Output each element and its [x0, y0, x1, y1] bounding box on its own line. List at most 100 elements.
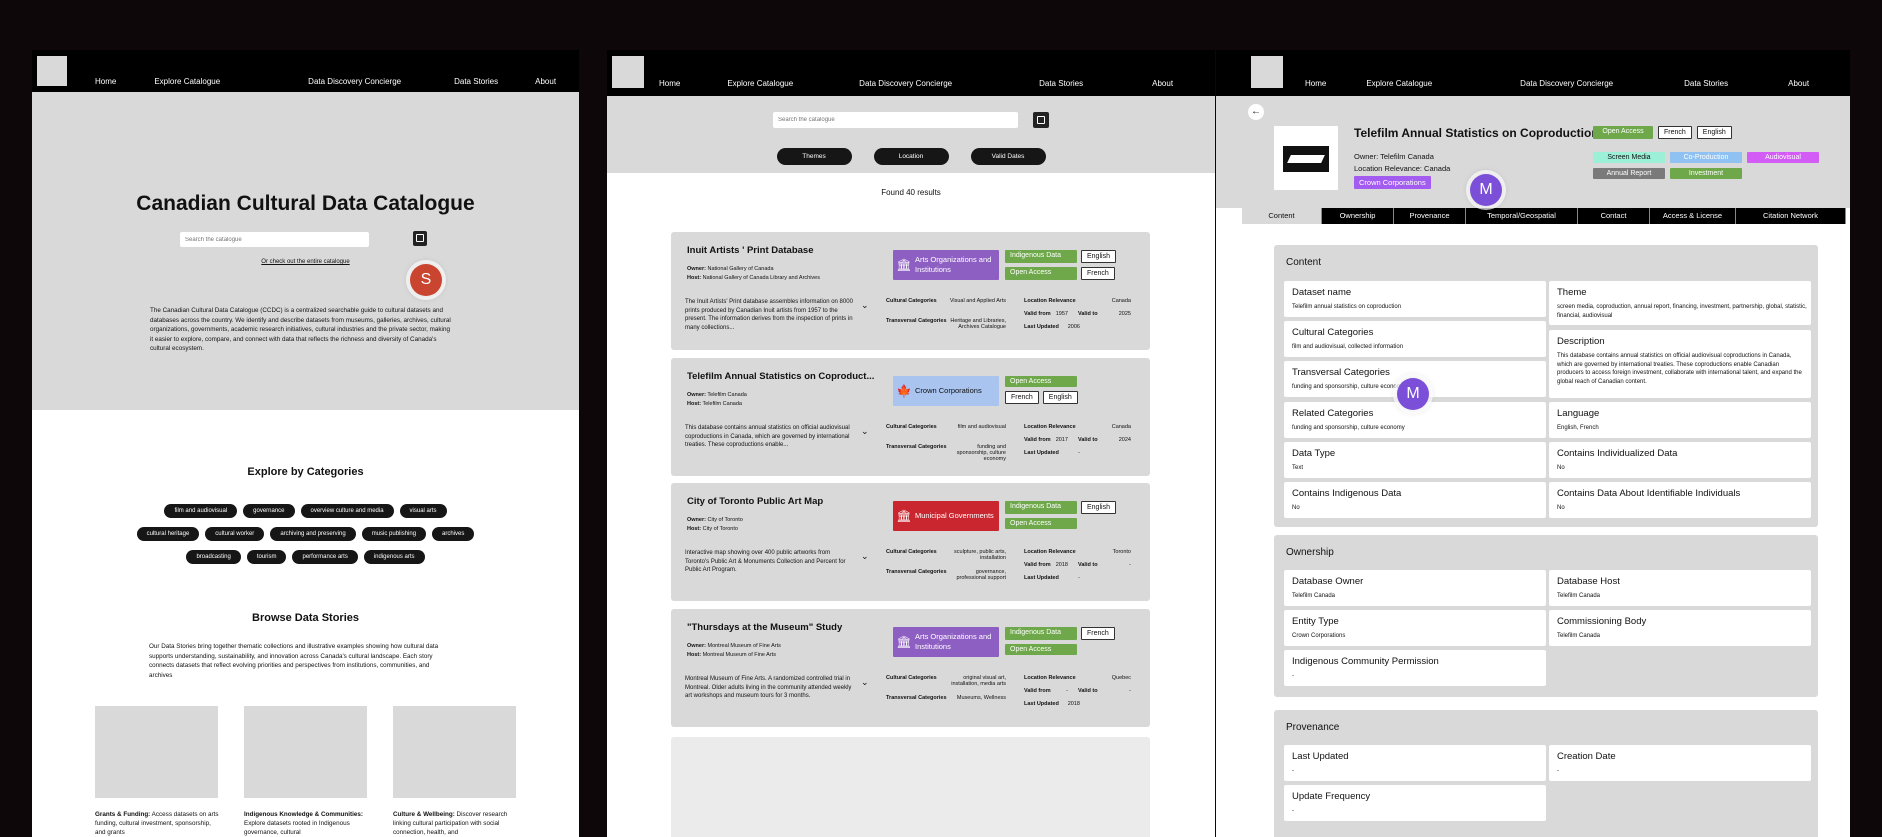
org-label: Arts Organizations and Institutions [915, 255, 992, 274]
story-image[interactable] [244, 706, 367, 798]
user-avatar[interactable]: M [1397, 378, 1429, 410]
site-logo[interactable] [37, 56, 67, 86]
chevron-down-icon[interactable]: ⌄ [861, 300, 869, 311]
tag-open-access[interactable]: Open Access [1593, 126, 1653, 139]
category-pill[interactable]: overview culture and media [300, 504, 394, 518]
org-badge[interactable]: 🍁 Crown Corporations [893, 376, 999, 406]
filter-themes[interactable]: Themes [776, 148, 852, 165]
back-button[interactable]: ← [1248, 104, 1264, 120]
tab-temporal-geospatial[interactable]: Temporal/Geospatial [1466, 208, 1578, 224]
story-image[interactable] [95, 706, 218, 798]
result-title[interactable]: Telefilm Annual Statistics on Coproduct.… [687, 371, 874, 382]
tab-citation-network[interactable]: Citation Network [1736, 208, 1846, 224]
nav-home[interactable]: Home [95, 77, 116, 86]
category-pill[interactable]: visual arts [399, 504, 447, 518]
explore-title: Explore by Categories [247, 466, 364, 478]
story-title[interactable]: Indigenous Knowledge & Communities: [244, 811, 363, 818]
category-pill[interactable]: tourism [246, 550, 287, 564]
tag-indigenous-data[interactable]: Indigenous Data [1005, 250, 1077, 263]
theme-tag[interactable]: Screen Media [1593, 152, 1665, 163]
nav-explore-catalogue[interactable]: Explore Catalogue [1366, 79, 1432, 88]
institution-icon: 🏛 [896, 509, 912, 523]
tag-open-access[interactable]: Open Access [1005, 518, 1077, 529]
tab-ownership[interactable]: Ownership [1322, 208, 1394, 224]
search-input[interactable] [773, 112, 1018, 128]
theme-tag[interactable]: Annual Report [1593, 168, 1665, 179]
tag-french[interactable]: French [1005, 391, 1039, 404]
tag-english[interactable]: English [1081, 250, 1116, 263]
site-logo[interactable] [1251, 56, 1283, 88]
category-pill[interactable]: cultural heritage [136, 527, 200, 541]
institution-icon: 🏛 [896, 635, 912, 649]
tab-content[interactable]: Content [1242, 208, 1322, 224]
category-pill[interactable]: film and audiovisual [164, 504, 238, 518]
tag-open-access[interactable]: Open Access [1005, 644, 1077, 655]
chevron-down-icon[interactable]: ⌄ [861, 426, 869, 437]
tag-english[interactable]: English [1042, 391, 1078, 404]
result-card[interactable]: "Thursdays at the Museum" Study Owner: Mo… [671, 609, 1150, 727]
category-pill[interactable]: music publishing [361, 527, 427, 541]
user-avatar[interactable]: S [410, 264, 442, 296]
search-button[interactable] [413, 231, 427, 246]
search-button[interactable] [1033, 112, 1049, 128]
nav-about[interactable]: About [1788, 79, 1809, 88]
result-title[interactable]: Inuit Artists ' Print Database [687, 245, 814, 256]
category-pill[interactable]: performance arts [292, 550, 358, 564]
result-card[interactable]: Inuit Artists ' Print Database Owner: Nat… [671, 232, 1150, 350]
tag-english[interactable]: English [1696, 126, 1732, 139]
category-pill[interactable]: archives [432, 527, 475, 541]
chevron-down-icon[interactable]: ⌄ [861, 551, 869, 562]
site-logo[interactable] [612, 56, 644, 88]
nav-data-stories[interactable]: Data Stories [1684, 79, 1728, 88]
story-title[interactable]: Grants & Funding: [95, 811, 150, 818]
tab-contact[interactable]: Contact [1578, 208, 1650, 224]
nav-about[interactable]: About [535, 77, 556, 86]
tag-french[interactable]: French [1081, 627, 1115, 640]
org-badge[interactable]: 🏛 Municipal Governments [893, 501, 999, 531]
org-badge[interactable]: 🏛 Arts Organizations and Institutions [893, 627, 999, 657]
category-pill[interactable]: broadcasting [186, 550, 241, 564]
tag-indigenous-data[interactable]: Indigenous Data [1005, 501, 1077, 514]
theme-tag[interactable]: Investment [1670, 168, 1742, 179]
result-card[interactable]: Telefilm Annual Statistics on Coproduct.… [671, 358, 1150, 476]
nav-data-stories[interactable]: Data Stories [454, 77, 498, 86]
search-input[interactable] [180, 232, 369, 247]
story-image[interactable] [393, 706, 516, 798]
nav-home[interactable]: Home [659, 79, 680, 88]
tab-provenance[interactable]: Provenance [1394, 208, 1466, 224]
nav-data-discovery-concierge[interactable]: Data Discovery Concierge [859, 79, 952, 88]
story-title[interactable]: Culture & Wellbeing: [393, 811, 455, 818]
category-pill[interactable]: cultural worker [205, 527, 265, 541]
tag-open-access[interactable]: Open Access [1005, 376, 1077, 387]
tag-indigenous-data[interactable]: Indigenous Data [1005, 627, 1077, 640]
tag-french[interactable]: French [1081, 267, 1115, 280]
result-card[interactable]: City of Toronto Public Art Map Owner: Cit… [671, 483, 1150, 601]
filter-valid-dates[interactable]: Valid Dates [970, 148, 1046, 165]
nav-about[interactable]: About [1152, 79, 1173, 88]
tag-french[interactable]: French [1658, 126, 1692, 139]
field-value: - [1292, 768, 1294, 774]
filter-location[interactable]: Location [873, 148, 949, 165]
category-pill[interactable]: governance [243, 504, 295, 518]
nav-data-discovery-concierge[interactable]: Data Discovery Concierge [308, 77, 401, 86]
nav-data-discovery-concierge[interactable]: Data Discovery Concierge [1520, 79, 1613, 88]
nav-home[interactable]: Home [1305, 79, 1326, 88]
tag-open-access[interactable]: Open Access [1005, 267, 1077, 280]
result-title[interactable]: City of Toronto Public Art Map [687, 496, 823, 507]
nav-explore-catalogue[interactable]: Explore Catalogue [154, 77, 220, 86]
meta-value: Canada [1111, 298, 1131, 304]
category-pill[interactable]: archiving and preserving [270, 527, 356, 541]
theme-tag[interactable]: Audiovisual [1747, 152, 1819, 163]
chevron-down-icon[interactable]: ⌄ [861, 677, 869, 688]
theme-tag[interactable]: Co-Production [1670, 152, 1742, 163]
user-avatar[interactable]: M [1470, 174, 1502, 206]
tab-access-license[interactable]: Access & License [1650, 208, 1736, 224]
nav-explore-catalogue[interactable]: Explore Catalogue [727, 79, 793, 88]
nav-data-stories[interactable]: Data Stories [1039, 79, 1083, 88]
category-pill[interactable]: indigenous arts [363, 550, 425, 564]
org-badge[interactable]: 🏛 Arts Organizations and Institutions [893, 250, 999, 280]
catalogue-link[interactable]: Or check out the entire catalogue [32, 259, 579, 265]
tag-english[interactable]: English [1081, 501, 1116, 514]
result-title[interactable]: "Thursdays at the Museum" Study [687, 622, 842, 633]
entity-badge[interactable]: Crown Corporations [1354, 176, 1431, 189]
